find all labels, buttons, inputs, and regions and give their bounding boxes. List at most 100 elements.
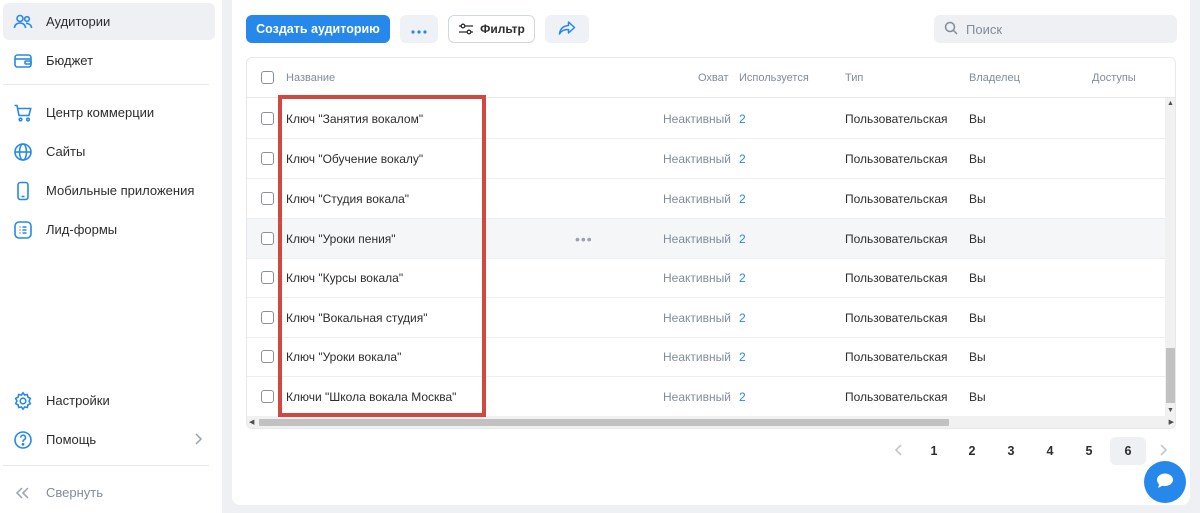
sidebar-item-commerce[interactable]: Центр коммерции — [3, 94, 215, 131]
table-row[interactable]: Ключ "Занятия вокалом" Неактивный 2 Поль… — [247, 99, 1165, 139]
used-count-link[interactable]: 2 — [739, 311, 746, 325]
row-checkbox[interactable] — [261, 232, 274, 245]
used-count-link[interactable]: 2 — [739, 152, 746, 166]
column-header-owner[interactable]: Владелец — [969, 72, 1020, 84]
filter-button[interactable]: Фильтр — [448, 15, 535, 43]
used-count-link[interactable]: 2 — [739, 271, 746, 285]
scroll-right-arrow-icon[interactable]: ▶ — [1169, 418, 1174, 426]
audience-name[interactable]: Ключ "Студия вокала" — [286, 192, 409, 206]
sidebar-item-lead-forms[interactable]: Лид-формы — [3, 211, 215, 248]
audience-name[interactable]: Ключ "Вокальная студия" — [286, 311, 428, 325]
reach-status: Неактивный — [663, 232, 731, 246]
audience-owner: Вы — [969, 112, 986, 126]
table-row[interactable]: Ключ "Курсы вокала" Неактивный 2 Пользов… — [247, 258, 1165, 298]
used-count-link[interactable]: 2 — [739, 350, 746, 364]
audience-owner: Вы — [969, 350, 986, 364]
row-checkbox[interactable] — [261, 350, 274, 363]
table-row[interactable]: Ключи "Школа вокала Москва" Неактивный 2… — [247, 377, 1165, 417]
scroll-down-arrow-icon[interactable]: ▼ — [1167, 407, 1174, 414]
page-6-button[interactable]: 6 — [1110, 437, 1146, 465]
used-count-link[interactable]: 2 — [739, 390, 746, 404]
audience-owner: Вы — [969, 152, 986, 166]
create-audience-button[interactable]: Создать аудиторию — [246, 15, 390, 43]
audience-name[interactable]: Ключ "Курсы вокала" — [286, 271, 403, 285]
table-row[interactable]: Ключ "Уроки вокала" Неактивный 2 Пользов… — [247, 337, 1165, 377]
column-header-reach[interactable]: Охват — [698, 72, 729, 84]
wallet-icon — [12, 50, 34, 72]
audience-name[interactable]: Ключ "Уроки вокала" — [286, 350, 401, 364]
sliders-icon — [459, 23, 474, 35]
reach-status: Неактивный — [663, 192, 731, 206]
row-more-icon[interactable]: ••• — [575, 231, 593, 247]
page-2-button[interactable]: 2 — [954, 437, 990, 465]
row-checkbox[interactable] — [261, 192, 274, 205]
horizontal-scroll-thumb[interactable] — [259, 419, 949, 426]
audience-type: Пользовательская — [845, 390, 948, 404]
row-checkbox[interactable] — [261, 112, 274, 125]
sidebar: Аудитории Бюджет Центр коммерции Сайты М… — [0, 0, 222, 513]
double-chevron-left-icon — [12, 482, 34, 504]
share-button[interactable] — [545, 15, 589, 43]
sidebar-item-label: Лид-формы — [46, 222, 118, 237]
audience-owner: Вы — [969, 232, 986, 246]
help-circle-icon — [12, 429, 34, 451]
gear-icon — [12, 390, 34, 412]
page-5-button[interactable]: 5 — [1071, 437, 1107, 465]
audience-owner: Вы — [969, 390, 986, 404]
sidebar-item-budget[interactable]: Бюджет — [3, 42, 215, 79]
table-row[interactable]: Ключ "Уроки пения" ••• Неактивный 2 Поль… — [247, 219, 1165, 259]
prev-page-chevron-icon[interactable] — [894, 443, 904, 460]
sidebar-item-label: Настройки — [46, 393, 110, 408]
more-actions-button[interactable] — [400, 15, 438, 43]
chat-bubble-icon — [1155, 472, 1175, 493]
row-checkbox[interactable] — [261, 152, 274, 165]
table-header: Название Охват Используется Тип Владелец… — [247, 58, 1175, 98]
reach-status: Неактивный — [663, 152, 731, 166]
used-count-link[interactable]: 2 — [739, 232, 746, 246]
audience-name[interactable]: Ключ "Обучение вокалу" — [286, 152, 423, 166]
sidebar-item-settings[interactable]: Настройки — [3, 382, 215, 419]
audience-name[interactable]: Ключи "Школа вокала Москва" — [286, 390, 456, 404]
used-count-link[interactable]: 2 — [739, 112, 746, 126]
sidebar-collapse-button[interactable]: Свернуть — [3, 474, 215, 511]
column-header-name[interactable]: Название — [286, 72, 335, 84]
divider — [3, 465, 209, 466]
reach-status: Неактивный — [663, 390, 731, 404]
scroll-up-arrow-icon[interactable]: ▲ — [1167, 100, 1174, 107]
row-checkbox[interactable] — [261, 271, 274, 284]
page-4-button[interactable]: 4 — [1032, 437, 1068, 465]
audience-type: Пользовательская — [845, 271, 948, 285]
vertical-scroll-thumb[interactable] — [1166, 348, 1175, 403]
column-header-used[interactable]: Используется — [739, 72, 809, 84]
audience-type: Пользовательская — [845, 350, 948, 364]
row-checkbox[interactable] — [261, 390, 274, 403]
used-count-link[interactable]: 2 — [739, 192, 746, 206]
sidebar-item-sites[interactable]: Сайты — [3, 133, 215, 170]
users-icon — [12, 11, 34, 33]
support-chat-button[interactable] — [1144, 461, 1186, 503]
table-row[interactable]: Ключ "Вокальная студия" Неактивный 2 Пол… — [247, 298, 1165, 338]
sidebar-item-label: Сайты — [46, 144, 86, 159]
sidebar-item-help[interactable]: Помощь — [3, 421, 215, 458]
sidebar-item-audiences[interactable]: Аудитории — [3, 3, 215, 40]
row-checkbox[interactable] — [261, 311, 274, 324]
next-page-chevron-icon[interactable] — [1158, 443, 1168, 460]
column-header-type[interactable]: Тип — [845, 72, 863, 84]
sidebar-item-mobile-apps[interactable]: Мобильные приложения — [3, 172, 215, 209]
reach-status: Неактивный — [663, 271, 731, 285]
table-row[interactable]: Ключ "Обучение вокалу" Неактивный 2 Поль… — [247, 139, 1165, 179]
vertical-scrollbar[interactable]: ▲ ▼ — [1165, 98, 1175, 416]
page-1-button[interactable]: 1 — [916, 437, 952, 465]
column-header-access[interactable]: Доступы — [1092, 72, 1136, 84]
table-row[interactable]: Ключ "Студия вокала" Неактивный 2 Пользо… — [247, 179, 1165, 219]
audience-name[interactable]: Ключ "Уроки пения" — [286, 232, 396, 246]
scroll-left-arrow-icon[interactable]: ◀ — [249, 418, 254, 426]
page-3-button[interactable]: 3 — [993, 437, 1029, 465]
horizontal-scrollbar[interactable]: ◀ ▶ — [247, 416, 1175, 428]
divider — [3, 84, 209, 85]
audience-name[interactable]: Ключ "Занятия вокалом" — [286, 112, 423, 126]
select-all-checkbox[interactable] — [261, 71, 274, 84]
search-box[interactable] — [934, 15, 1177, 43]
search-input[interactable] — [966, 21, 1166, 37]
reach-status: Неактивный — [663, 350, 731, 364]
